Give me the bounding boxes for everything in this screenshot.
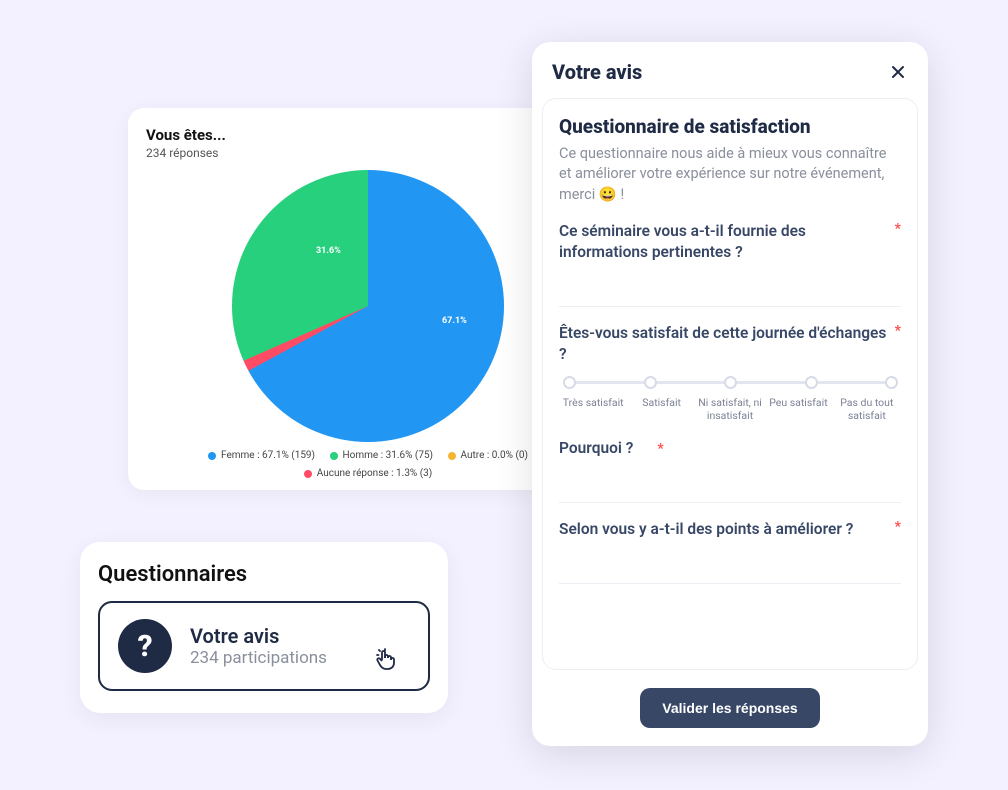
required-mark: * [895,221,901,237]
questionnaire-item-sub: 234 participations [190,648,327,668]
chart-subtitle: 234 réponses [146,146,590,160]
pointer-cursor-icon [374,647,398,671]
required-mark: * [895,323,901,339]
question-text: Pourquoi ? [559,439,645,457]
satisfaction-slider[interactable]: Très satisfait Satisfait Ni satisfait, n… [559,381,901,422]
question-text: Selon vous y a-t-il des points à amélior… [559,519,901,540]
question-2: Êtes-vous satisfait de cette journée d'é… [559,323,901,422]
questionnaire-item[interactable]: ? Votre avis 234 participations [98,601,430,691]
modal-body: Questionnaire de satisfaction Ce questio… [542,98,918,670]
legend-item: Autre : 0.0% (0) [448,448,528,464]
pie-label-main: 67.1% [442,316,467,326]
legend-item: Aucune réponse : 1.3% (3) [304,466,433,482]
question-text: Ce séminaire vous a-t-il fournie des inf… [559,221,901,263]
close-icon[interactable] [888,62,908,82]
pie-label-secondary: 31.6% [316,246,341,256]
question-1: Ce séminaire vous a-t-il fournie des inf… [559,221,901,307]
answer-input[interactable] [559,550,901,584]
feedback-modal: Votre avis Questionnaire de satisfaction… [532,42,928,746]
submit-button[interactable]: Valider les réponses [640,688,819,728]
required-mark: * [895,519,901,535]
chart-legend: Femme : 67.1% (159) Homme : 31.6% (75) A… [146,448,590,484]
question-text: Êtes-vous satisfait de cette journée d'é… [559,323,901,365]
answer-input[interactable] [559,469,901,503]
legend-item: Homme : 31.6% (75) [330,448,434,464]
required-mark: * [657,441,663,457]
form-title: Questionnaire de satisfaction [559,115,901,138]
questionnaires-title: Questionnaires [98,562,430,587]
question-3: Pourquoi ? * [559,438,901,503]
chart-title: Vous êtes... [146,126,590,144]
answer-input[interactable] [559,273,901,307]
pie-chart: 67.1% 31.6% [232,170,504,442]
questionnaires-card: Questionnaires ? Votre avis 234 particip… [80,542,448,713]
form-description: Ce questionnaire nous aide à mieux vous … [559,144,901,205]
slider-labels: Très satisfait Satisfait Ni satisfait, n… [559,396,901,422]
question-icon: ? [118,619,172,673]
questionnaire-item-title: Votre avis [190,624,327,648]
legend-item: Femme : 67.1% (159) [208,448,315,464]
modal-title: Votre avis [552,60,642,84]
question-4: Selon vous y a-t-il des points à amélior… [559,519,901,584]
